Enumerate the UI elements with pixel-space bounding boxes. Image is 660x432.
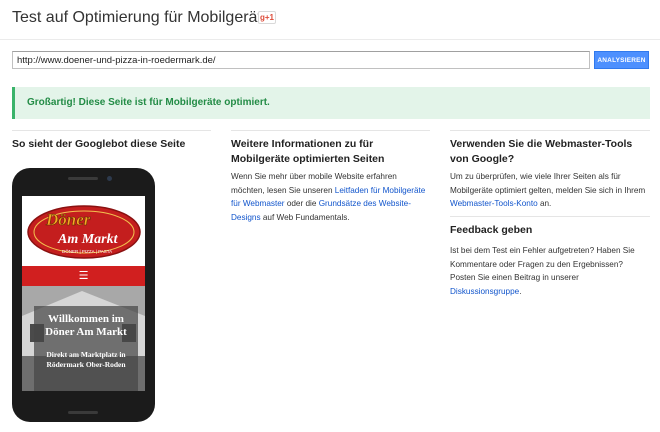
- hero-subtitle: Direkt am Marktplatz in Rödermark Ober-R…: [46, 350, 126, 369]
- camera-icon: [107, 176, 112, 181]
- hamburger-menu-icon[interactable]: ☰: [79, 270, 89, 282]
- site-logo: Döner Am Markt DÖNER | PIZZA | PASTA: [22, 196, 145, 259]
- site-tagline: DÖNER | PIZZA | PASTA: [62, 248, 112, 254]
- feedback-text-part: Ist bei dem Test ein Fehler aufgetreten?…: [450, 246, 635, 282]
- site-logo-top: Döner: [45, 210, 91, 229]
- page-header: Test auf Optimierung für Mobilgeräte g+1: [0, 0, 660, 40]
- result-banner: Großartig! Diese Seite ist für Mobilgerä…: [12, 87, 650, 119]
- hero-title: Willkommen im Döner Am Markt: [45, 313, 127, 338]
- info-text-part: auf Web Fundamentals.: [260, 212, 350, 222]
- info-text-part: oder die: [284, 199, 319, 208]
- webmaster-account-link[interactable]: Webmaster-Tools-Konto: [450, 199, 538, 208]
- webmaster-text: Um zu überprüfen, wie viele Ihrer Seiten…: [450, 170, 650, 211]
- info-text: Wenn Sie mehr über mobile Website erfahr…: [231, 170, 431, 224]
- phone-preview: Döner Am Markt DÖNER | PIZZA | PASTA ☰ W…: [12, 168, 155, 422]
- divider-col-3: [450, 130, 650, 131]
- analyze-button[interactable]: ANALYSIEREN: [594, 51, 649, 69]
- page-title: Test auf Optimierung für Mobilgeräte: [12, 9, 271, 26]
- phone-screen: Döner Am Markt DÖNER | PIZZA | PASTA ☰ W…: [22, 196, 145, 391]
- info-heading: Weitere Informationen zu für Mobilgeräte…: [231, 138, 385, 165]
- divider-feedback: [450, 216, 650, 217]
- divider-col-2: [231, 130, 430, 131]
- speaker-icon: [68, 177, 98, 180]
- preview-heading: So sieht der Googlebot diese Seite: [12, 138, 186, 150]
- webmaster-text-part: an.: [537, 199, 552, 208]
- site-logo-icon: Döner Am Markt DÖNER | PIZZA | PASTA: [27, 205, 141, 259]
- site-hero-photo: Willkommen im Döner Am Markt Direkt am M…: [22, 286, 145, 391]
- feedback-text-part: .: [519, 286, 522, 296]
- site-menu-bar[interactable]: ☰: [22, 266, 145, 286]
- divider-col-1: [12, 130, 211, 131]
- feedback-text: Ist bei dem Test ein Fehler aufgetreten?…: [450, 244, 650, 298]
- site-logo-bottom: Am Markt: [57, 232, 119, 247]
- hero-overlay: Willkommen im Döner Am Markt Direkt am M…: [34, 306, 138, 391]
- speaker-icon: [68, 411, 98, 414]
- feedback-heading: Feedback geben: [450, 224, 533, 236]
- google-plus-one-button[interactable]: g+1: [258, 11, 276, 24]
- webmaster-heading: Verwenden Sie die Webmaster-Tools von Go…: [450, 138, 633, 165]
- url-input[interactable]: [12, 51, 590, 69]
- discussion-group-link[interactable]: Diskussionsgruppe: [450, 287, 519, 296]
- result-message: Großartig! Diese Seite ist für Mobilgerä…: [27, 97, 270, 108]
- webmaster-text-part: Um zu überprüfen, wie viele Ihrer Seiten…: [450, 172, 646, 195]
